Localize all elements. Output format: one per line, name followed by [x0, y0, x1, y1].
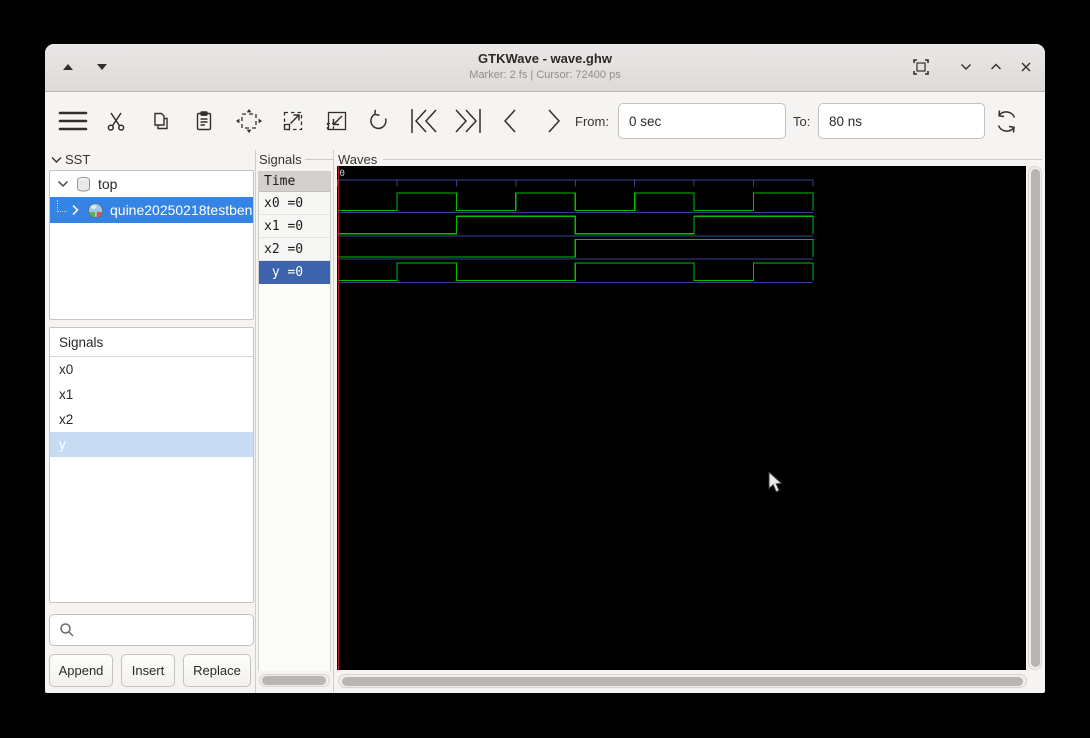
fullscreen-button[interactable] [908, 54, 934, 80]
seek-start-button[interactable] [407, 92, 441, 150]
paste-button[interactable] [191, 92, 217, 150]
waves-vscrollbar-thumb[interactable] [1031, 169, 1040, 667]
close-icon [1021, 62, 1031, 72]
seek-end-button[interactable] [451, 92, 485, 150]
cut-icon [107, 112, 125, 131]
splitter-left[interactable] [255, 150, 256, 693]
instance-orb-icon [88, 202, 103, 218]
unshade-button[interactable] [953, 54, 979, 80]
titlebar-text: GTKWave - wave.ghw Marker: 2 fs | Cursor… [45, 50, 1045, 83]
from-input[interactable] [618, 103, 786, 139]
cut-button[interactable] [103, 92, 129, 150]
append-button[interactable]: Append [49, 654, 113, 687]
mouse-cursor [768, 472, 783, 493]
window-title: GTKWave - wave.ghw [478, 51, 612, 66]
signal-list-item-x1[interactable]: x1 [50, 382, 253, 407]
zoom-in-icon [283, 111, 303, 131]
zoom-fit-button[interactable] [234, 92, 264, 150]
seek-start-icon [411, 109, 437, 133]
zoom-fit-icon [236, 109, 262, 133]
signal-row-x2[interactable]: x2 =0 [259, 238, 330, 261]
waveform-canvas: 0 [337, 166, 814, 670]
scroll-down-button[interactable] [89, 54, 115, 80]
seek-right-button[interactable] [541, 92, 567, 150]
zoom-out-button[interactable] [322, 92, 352, 150]
signal-list-item-x0[interactable]: x0 [50, 357, 253, 382]
tree-connector [57, 200, 67, 212]
zoom-in-button[interactable] [278, 92, 308, 150]
triangle-down-icon [97, 64, 107, 70]
window-subtitle: Marker: 2 fs | Cursor: 72400 ps [469, 69, 621, 81]
undo-button[interactable] [365, 92, 393, 150]
from-label: From: [575, 113, 609, 129]
chevron-right-icon [548, 109, 561, 133]
signal-row-x1[interactable]: x1 =0 [259, 215, 330, 238]
menu-button[interactable] [57, 92, 89, 150]
svg-text:0: 0 [340, 169, 345, 179]
scroll-up-button[interactable] [55, 54, 81, 80]
signals-frame-label: Signals [259, 152, 302, 167]
waves-hscrollbar-thumb[interactable] [342, 677, 1023, 686]
menu-icon [58, 111, 88, 131]
undo-icon [370, 109, 387, 130]
close-button[interactable] [1013, 54, 1039, 80]
titlebar[interactable]: GTKWave - wave.ghw Marker: 2 fs | Cursor… [45, 44, 1045, 92]
search-input[interactable] [80, 615, 250, 645]
content-area: SST top quine20250218testbench Signals x… [45, 150, 1045, 693]
waves-hscrollbar[interactable] [338, 674, 1027, 688]
desktop-background: GTKWave - wave.ghw Marker: 2 fs | Cursor… [0, 0, 1090, 738]
triangle-up-icon [63, 64, 73, 70]
shade-button[interactable] [983, 54, 1009, 80]
chevron-left-icon [503, 109, 516, 133]
reload-button[interactable] [992, 92, 1020, 150]
signal-list-item-x2[interactable]: x2 [50, 407, 253, 432]
waves-frame-label: Waves [338, 152, 378, 167]
waves-frame-line [383, 159, 1042, 160]
signals-hscrollbar-thumb[interactable] [262, 676, 326, 685]
chevron-down-icon [961, 64, 971, 70]
seek-end-icon [455, 109, 481, 133]
sst-header[interactable]: SST [51, 152, 90, 167]
replace-button[interactable]: Replace [183, 654, 251, 687]
tree-item-top[interactable]: top [50, 171, 253, 197]
sst-tree: top quine20250218testbench [49, 170, 254, 320]
waves-area[interactable]: 0 [337, 166, 1026, 670]
to-label: To: [793, 113, 811, 129]
waves-vscrollbar[interactable] [1028, 166, 1042, 670]
expander-down-icon [51, 157, 62, 163]
copy-icon [154, 112, 168, 130]
paste-icon [196, 111, 212, 131]
insert-button[interactable]: Insert [121, 654, 175, 687]
signal-row-x0[interactable]: x0 =0 [259, 192, 330, 215]
signal-search[interactable] [49, 614, 254, 646]
toolbar: From: To: [45, 92, 1045, 150]
seek-left-button[interactable] [497, 92, 523, 150]
module-cylinder-icon [77, 176, 90, 192]
signals-hscrollbar[interactable] [259, 674, 330, 687]
search-icon [60, 623, 74, 637]
zoom-out-icon [326, 111, 347, 131]
signal-row-y[interactable]: y =0 [259, 261, 330, 284]
gtkwave-window: GTKWave - wave.ghw Marker: 2 fs | Cursor… [45, 44, 1045, 693]
tree-item-label: quine20250218testbench [110, 202, 253, 218]
chevron-up-icon [991, 63, 1001, 70]
splitter-right[interactable] [333, 150, 334, 693]
tree-item-testbench[interactable]: quine20250218testbench [50, 197, 253, 223]
fullscreen-icon [913, 59, 929, 75]
to-input[interactable] [818, 103, 985, 139]
copy-button[interactable] [147, 92, 173, 150]
signals-frame-line [305, 159, 333, 160]
tree-item-label: top [98, 176, 118, 192]
reload-icon [997, 109, 1015, 133]
signals-column: Time x0 =0 x1 =0 x2 =0 y =0 [258, 171, 331, 671]
time-header[interactable]: Time [259, 171, 330, 192]
signal-list-item-y[interactable]: y [50, 432, 253, 457]
signal-list-header: Signals [50, 328, 253, 357]
expander-down-icon [57, 180, 69, 188]
expander-right-icon [72, 204, 79, 216]
sst-signal-list: Signals x0 x1 x2 y [49, 327, 254, 603]
